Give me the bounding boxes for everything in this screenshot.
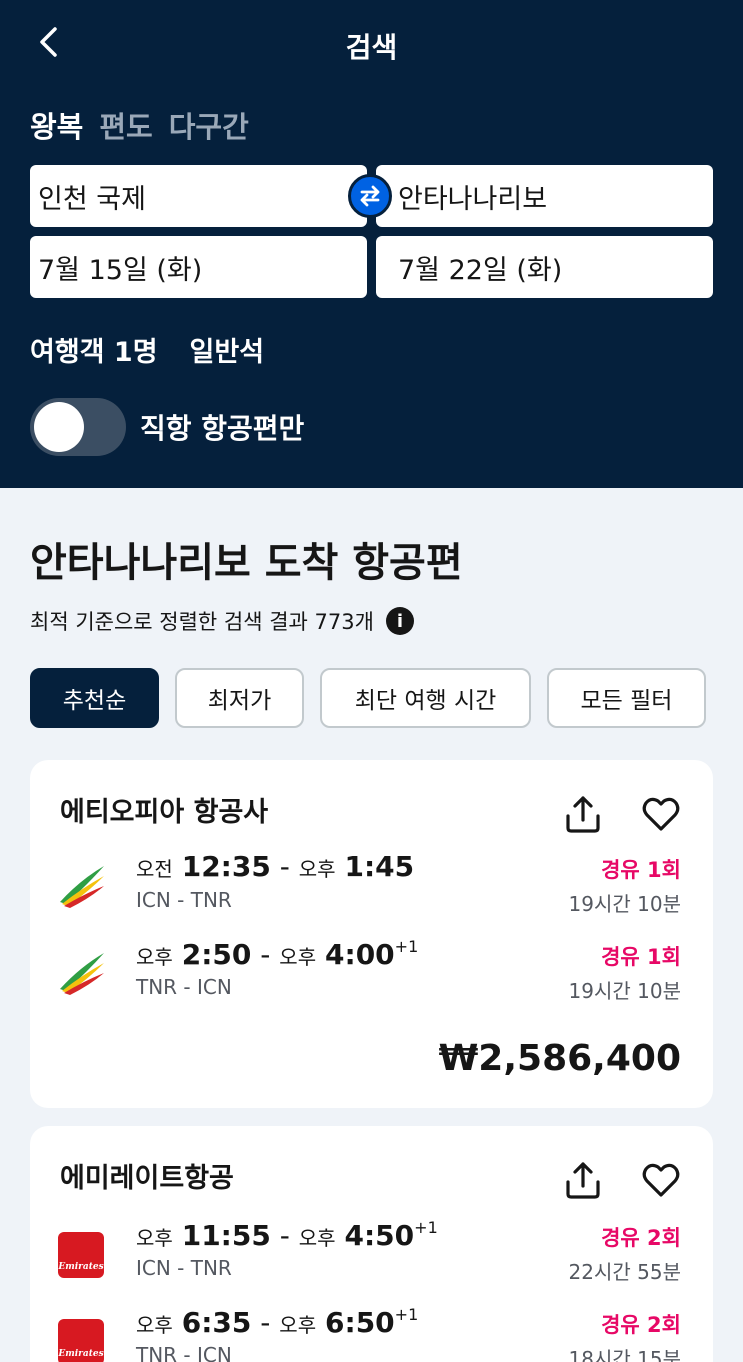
leg-route: ICN - TNR [136, 888, 232, 912]
leg-duration: 22시간 55분 [568, 1260, 681, 1284]
arr-time: 4:00 [325, 938, 395, 971]
flight-leg-return: Emirates 오후 6:35 - 오후 6:50+1 TNR - ICN 경… [30, 1305, 713, 1362]
favorite-button[interactable] [639, 1158, 683, 1202]
leg-duration: 18시간 15분 [568, 1347, 681, 1362]
emirates-logo: Emirates [58, 1232, 104, 1278]
chip-fastest[interactable]: 최단 여행 시간 [320, 668, 531, 728]
search-header: 검색 왕복 편도 다구간 인천 국제 안타나나리보 7월 15일 (화) 7월 … [0, 0, 743, 488]
origin-field[interactable]: 인천 국제 [30, 165, 367, 227]
arr-time: 4:50 [344, 1219, 415, 1252]
info-icon[interactable]: i [385, 607, 414, 635]
arr-ampm: 오후 [279, 1313, 317, 1337]
share-button[interactable] [561, 1158, 605, 1202]
swap-button[interactable] [348, 174, 392, 218]
chip-recommended[interactable]: 추천순 [30, 668, 159, 728]
direct-only-toggle[interactable] [30, 398, 126, 456]
flight-leg-outbound: 오전 12:35 - 오후 1:45 ICN - TNR 경유 1회 19시간 … [30, 850, 713, 926]
next-day-indicator: +1 [394, 1305, 419, 1324]
destination-field[interactable]: 안타나나리보 [376, 165, 713, 227]
trip-type-tabs: 왕복 편도 다구간 [30, 104, 249, 146]
leg-times: 오후 6:35 - 오후 6:50+1 [136, 1305, 419, 1339]
arr-time: 6:50 [325, 1306, 395, 1339]
card-actions [561, 1158, 683, 1202]
leg-stops: 경유 1회 [601, 858, 681, 882]
airline-name: 에미레이트항공 [60, 1163, 234, 1194]
dep-ampm: 오후 [136, 1313, 173, 1337]
flight-leg-outbound: Emirates 오후 11:55 - 오후 4:50+1 ICN - TNR … [30, 1218, 713, 1294]
leg-duration: 19시간 10분 [568, 892, 681, 916]
return-date-field[interactable]: 7월 22일 (화) [376, 236, 713, 298]
flight-leg-return: 오후 2:50 - 오후 4:00+1 TNR - ICN 경유 1회 19시간… [30, 937, 713, 1013]
emirates-logo-wrap: Emirates [58, 1232, 108, 1278]
dep-ampm: 오후 [136, 945, 173, 969]
tab-multi-city[interactable]: 다구간 [169, 104, 249, 146]
leg-times: 오전 12:35 - 오후 1:45 [136, 850, 415, 883]
leg-stops: 경유 2회 [601, 1313, 681, 1337]
results-subtitle-row: 최적 기준으로 정렬한 검색 결과 773개 i [30, 606, 414, 636]
leg-stops: 경유 2회 [601, 1226, 681, 1250]
dep-ampm: 오후 [136, 1226, 173, 1250]
next-day-indicator: +1 [394, 937, 419, 956]
airline-name: 에티오피아 항공사 [60, 797, 269, 828]
toggle-knob [34, 402, 84, 452]
emirates-logo-wrap: Emirates [58, 1319, 108, 1362]
traveler-cabin-row: 여행객 1명 일반석 [30, 330, 264, 369]
favorite-button[interactable] [639, 792, 683, 836]
arr-ampm: 오후 [298, 1226, 336, 1250]
page-title: 검색 [345, 31, 398, 64]
share-icon [566, 796, 600, 833]
flight-card[interactable]: 에티오피아 항공사 오전 12:35 - 오후 1:45 ICN - TNR 경… [30, 760, 713, 1108]
tab-one-way[interactable]: 편도 [99, 104, 152, 146]
emirates-logo: Emirates [58, 1319, 104, 1362]
dep-time: 2:50 [181, 938, 252, 971]
arr-ampm: 오후 [279, 945, 317, 969]
chip-cheapest[interactable]: 최저가 [175, 668, 304, 728]
depart-date-field[interactable]: 7월 15일 (화) [30, 236, 367, 298]
direct-only-label: 직항 항공편만 [140, 412, 305, 445]
ethiopian-airlines-logo [60, 953, 104, 995]
arr-time: 1:45 [344, 850, 415, 883]
leg-duration: 19시간 10분 [568, 979, 681, 1003]
dep-time: 11:55 [181, 1219, 271, 1252]
flight-card[interactable]: 에미레이트항공 Emirates 오후 11:55 - 오후 4:50+1 IC… [30, 1126, 713, 1362]
results-count-text: 최적 기준으로 정렬한 검색 결과 773개 [30, 610, 374, 634]
dep-time: 6:35 [181, 1306, 252, 1339]
dep-time: 12:35 [181, 850, 271, 883]
chip-all-filters[interactable]: 모든 필터 [547, 668, 706, 728]
swap-icon [360, 185, 380, 207]
next-day-indicator: +1 [414, 1218, 438, 1237]
card-actions [561, 792, 683, 836]
results-title: 안타나나리보 도착 항공편 [30, 540, 463, 586]
leg-route: ICN - TNR [136, 1256, 232, 1280]
leg-times: 오후 11:55 - 오후 4:50+1 [136, 1218, 438, 1252]
share-icon [566, 1162, 600, 1199]
dep-ampm: 오전 [136, 857, 173, 881]
cabin-selector[interactable]: 일반석 [190, 330, 265, 369]
tab-round-trip[interactable]: 왕복 [30, 104, 83, 146]
heart-icon [642, 797, 680, 831]
heart-icon [642, 1163, 680, 1197]
ethiopian-airlines-logo [60, 866, 104, 908]
travelers-selector[interactable]: 여행객 1명 [30, 330, 158, 369]
price: ₩2,586,400 [438, 1038, 681, 1079]
direct-only-row: 직항 항공편만 [30, 398, 304, 456]
sort-filter-chips: 추천순 최저가 최단 여행 시간 모든 필터 [30, 668, 706, 728]
leg-route: TNR - ICN [136, 1343, 232, 1362]
share-button[interactable] [561, 792, 605, 836]
leg-stops: 경유 1회 [601, 945, 681, 969]
arr-ampm: 오후 [298, 857, 336, 881]
leg-route: TNR - ICN [136, 975, 232, 999]
leg-times: 오후 2:50 - 오후 4:00+1 [136, 937, 419, 971]
